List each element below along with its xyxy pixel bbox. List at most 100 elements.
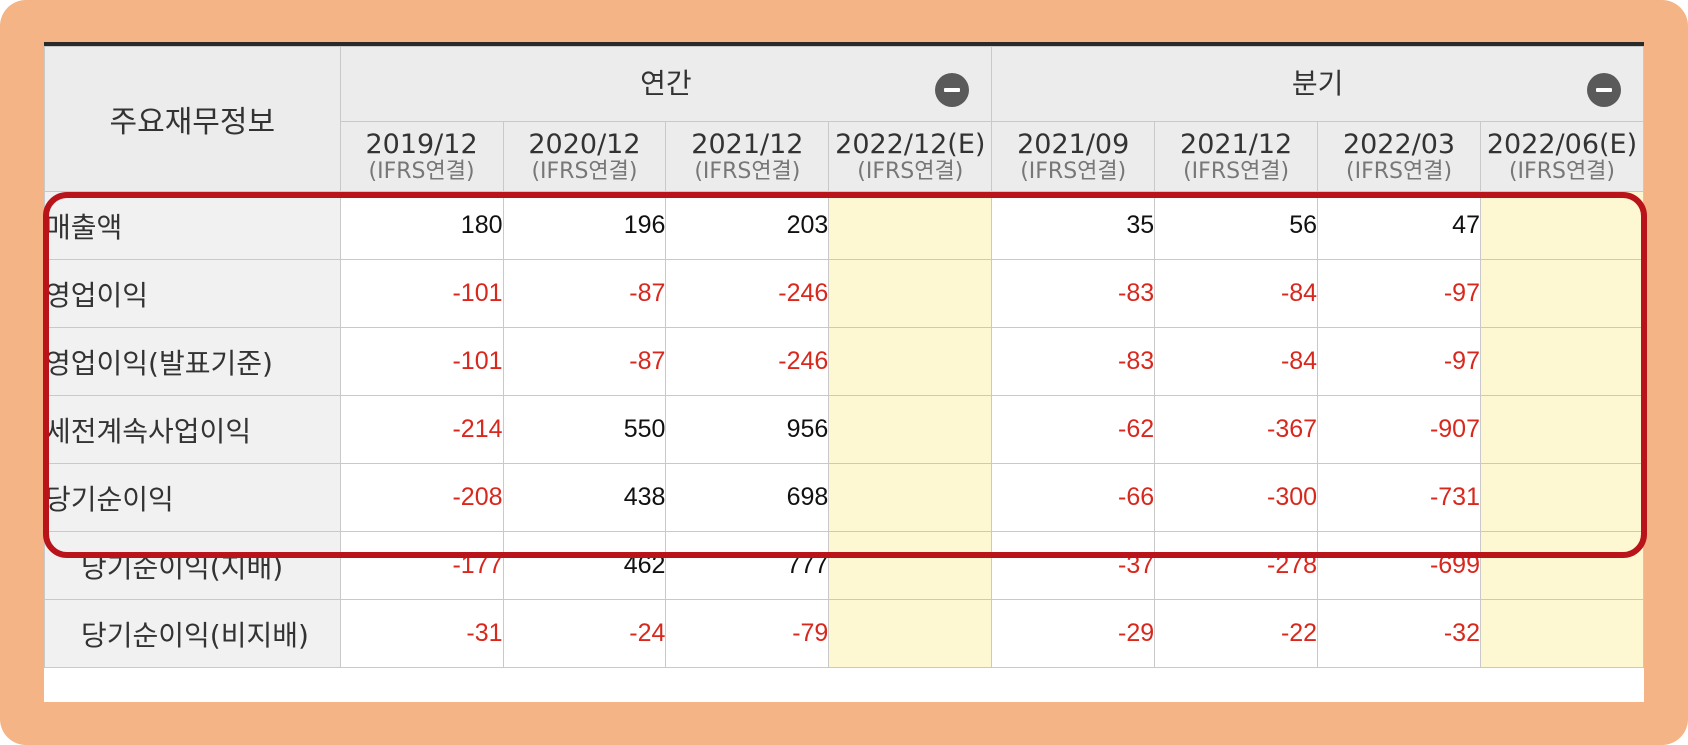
value-cell: -66 <box>991 463 1156 532</box>
estimate-cell <box>828 395 993 464</box>
value-cell: -31 <box>339 599 504 668</box>
value-cell: -177 <box>339 531 504 600</box>
estimate-cell <box>1479 395 1644 464</box>
group-header-annual: 연간 <box>339 46 993 122</box>
value-cell: -83 <box>991 327 1156 396</box>
estimate-cell <box>1479 191 1644 260</box>
estimate-cell <box>828 463 993 532</box>
value-cell: -367 <box>1154 395 1319 464</box>
value-cell: -87 <box>502 327 667 396</box>
table-row: 영업이익(발표기준) -101 -87 -246 -83 -84 -97 <box>44 327 1644 396</box>
minus-circle-icon[interactable] <box>1587 73 1621 107</box>
value-cell: -37 <box>991 531 1156 600</box>
group-label-annual: 연간 <box>640 66 692 100</box>
row-label: 세전계속사업이익 <box>44 395 341 464</box>
table-row: 세전계속사업이익 -214 550 956 -62 -367 -907 <box>44 395 1644 464</box>
period-basis: (IFRS연결) <box>1346 158 1453 184</box>
value-cell: 196 <box>502 191 667 260</box>
estimate-cell <box>1479 599 1644 668</box>
value-cell: -97 <box>1317 259 1481 328</box>
period-basis: (IFRS연결) <box>368 158 475 184</box>
estimate-cell <box>828 327 993 396</box>
value-cell: -101 <box>339 259 504 328</box>
period-date: 2021/12 <box>1180 128 1293 160</box>
table-row: 당기순이익 -208 438 698 -66 -300 -731 <box>44 463 1644 532</box>
period-basis: (IFRS연결) <box>531 158 638 184</box>
value-cell: -214 <box>339 395 504 464</box>
value-cell: -62 <box>991 395 1156 464</box>
value-cell: 35 <box>991 191 1156 260</box>
table-row: 당기순이익(지배) -177 462 777 -37 -278 -699 <box>44 531 1644 600</box>
minus-circle-icon[interactable] <box>935 73 970 107</box>
value-cell: 462 <box>502 531 667 600</box>
period-header: 2020/12 (IFRS연결) <box>502 121 667 192</box>
estimate-cell <box>1479 259 1644 328</box>
value-cell: -731 <box>1317 463 1481 532</box>
estimate-cell <box>1479 531 1644 600</box>
period-basis: (IFRS연결) <box>857 158 964 184</box>
value-cell: 698 <box>665 463 830 532</box>
value-cell: -97 <box>1317 327 1481 396</box>
row-label: 영업이익(발표기준) <box>44 327 341 396</box>
period-basis: (IFRS연결) <box>694 158 801 184</box>
table-row: 당기순이익(비지배) -31 -24 -79 -29 -22 -32 <box>44 599 1644 668</box>
period-header: 2022/06(E) (IFRS연결) <box>1479 121 1644 192</box>
value-cell: 180 <box>339 191 504 260</box>
estimate-cell <box>1479 327 1644 396</box>
row-label: 당기순이익 <box>44 463 341 532</box>
period-header: 2021/09 (IFRS연결) <box>991 121 1156 192</box>
estimate-cell <box>828 599 993 668</box>
row-label: 매출액 <box>44 191 341 260</box>
row-label: 당기순이익(비지배) <box>44 599 341 668</box>
period-basis: (IFRS연결) <box>1508 158 1616 184</box>
corner-header: 주요재무정보 <box>44 46 341 192</box>
group-header-quarterly: 분기 <box>991 46 1644 122</box>
group-label-quarterly: 분기 <box>1291 66 1344 100</box>
row-label: 당기순이익(지배) <box>44 531 341 600</box>
value-cell: -699 <box>1317 531 1481 600</box>
value-cell: -101 <box>339 327 504 396</box>
value-cell: -246 <box>665 327 830 396</box>
value-cell: 438 <box>502 463 667 532</box>
period-date: 2022/03 <box>1342 128 1456 160</box>
row-label: 영업이익 <box>44 259 341 328</box>
period-header: 2022/12(E) (IFRS연결) <box>828 121 993 192</box>
header-row-groups: 주요재무정보 연간 분기 <box>44 46 1644 192</box>
estimate-cell <box>828 531 993 600</box>
table-row: 매출액 180 196 203 35 56 47 <box>44 191 1644 260</box>
financial-summary-table: 주요재무정보 연간 분기 2019/12 (IFRS연결) 2020/12 (IFR… <box>44 46 1644 668</box>
period-header: 2019/12 (IFRS연결) <box>339 121 504 192</box>
period-date: 2020/12 <box>528 128 641 160</box>
value-cell: -83 <box>991 259 1156 328</box>
value-cell: -84 <box>1154 327 1319 396</box>
financial-rows: 매출액 180 196 203 35 56 47 영업이익 -101 -87 -246 -83 -84-… <box>44 191 1644 668</box>
period-date: 2022/06(E) <box>1486 128 1638 160</box>
estimate-cell <box>1479 463 1644 532</box>
period-basis: (IFRS연결) <box>1183 158 1290 184</box>
value-cell: -300 <box>1154 463 1319 532</box>
estimate-cell <box>828 191 993 260</box>
value-cell: -278 <box>1154 531 1319 600</box>
period-date: 2022/12(E) <box>835 128 986 160</box>
financial-summary-panel: 주요재무정보 연간 분기 2019/12 (IFRS연결) 2020/12 (IFR… <box>44 42 1644 702</box>
value-cell: 956 <box>665 395 830 464</box>
value-cell: -208 <box>339 463 504 532</box>
value-cell: -22 <box>1154 599 1319 668</box>
period-date: 2021/12 <box>691 128 804 160</box>
period-header: 2021/12 (IFRS연결) <box>1154 121 1319 192</box>
value-cell: 47 <box>1317 191 1481 260</box>
period-header: 2022/03 (IFRS연결) <box>1317 121 1481 192</box>
table-row: 영업이익 -101 -87 -246 -83 -84 -97 <box>44 259 1644 328</box>
value-cell: -84 <box>1154 259 1319 328</box>
value-cell: -29 <box>991 599 1156 668</box>
period-basis: (IFRS연결) <box>1020 158 1127 184</box>
value-cell: -79 <box>665 599 830 668</box>
value-cell: 56 <box>1154 191 1319 260</box>
period-header: 2021/12 (IFRS연결) <box>665 121 830 192</box>
value-cell: -32 <box>1317 599 1481 668</box>
period-date: 2021/09 <box>1017 128 1130 160</box>
value-cell: 777 <box>665 531 830 600</box>
value-cell: -246 <box>665 259 830 328</box>
value-cell: -24 <box>502 599 667 668</box>
value-cell: 203 <box>665 191 830 260</box>
